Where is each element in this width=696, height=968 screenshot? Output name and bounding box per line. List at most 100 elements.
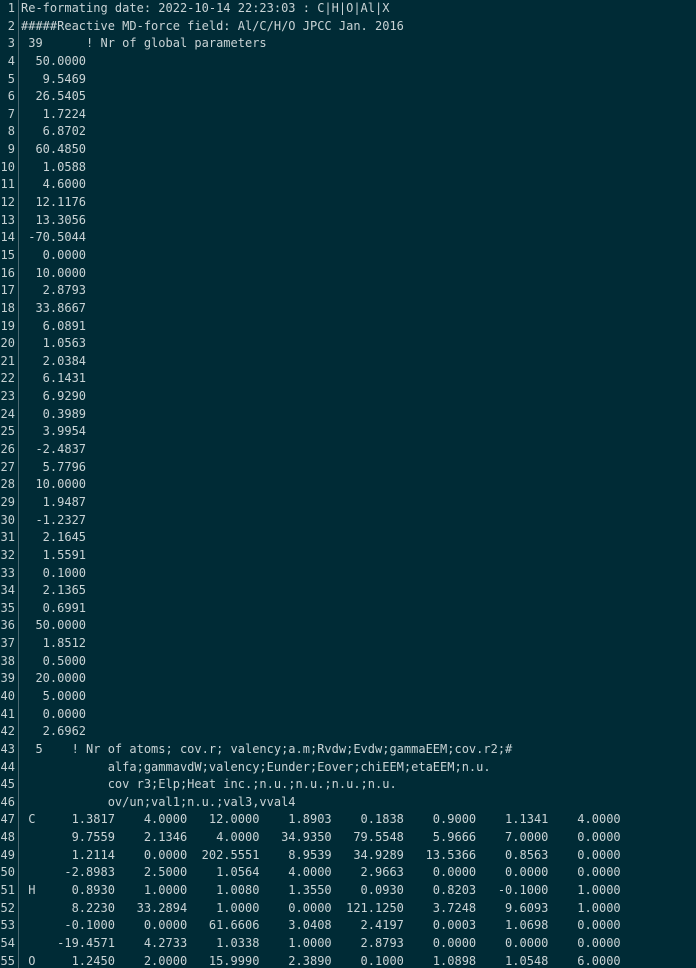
- code-line[interactable]: 12.1176: [21, 194, 696, 212]
- line-number: 44: [0, 759, 15, 774]
- code-line[interactable]: -70.5044: [21, 229, 696, 247]
- code-line[interactable]: 1.7224: [21, 106, 696, 124]
- line-number: 14: [0, 230, 15, 245]
- code-line[interactable]: 4.6000: [21, 176, 696, 194]
- code-line[interactable]: 2.1365: [21, 582, 696, 600]
- code-line[interactable]: 1.2114 0.0000 202.5551 8.9539 34.9289 13…: [21, 847, 696, 865]
- code-line[interactable]: 6.9290: [21, 388, 696, 406]
- code-line[interactable]: 10.0000: [21, 265, 696, 283]
- code-line[interactable]: 0.5000: [21, 653, 696, 671]
- code-line[interactable]: 0.0000: [21, 706, 696, 724]
- code-line[interactable]: 9.5469: [21, 71, 696, 89]
- code-line[interactable]: 10.0000: [21, 476, 696, 494]
- line-number: 10: [0, 159, 15, 174]
- code-line[interactable]: 2.1645: [21, 529, 696, 547]
- line-number: 21: [0, 353, 15, 368]
- code-line[interactable]: 3.9954: [21, 423, 696, 441]
- code-line[interactable]: 0.3989: [21, 406, 696, 424]
- line-number: 35: [0, 600, 15, 615]
- line-number: 16: [0, 265, 15, 280]
- line-number: 25: [0, 424, 15, 439]
- code-line[interactable]: 1.5591: [21, 547, 696, 565]
- code-line[interactable]: #####Reactive MD-force field: Al/C/H/O J…: [21, 18, 696, 36]
- code-line[interactable]: cov r3;Elp;Heat inc.;n.u.;n.u.;n.u.;n.u.: [21, 776, 696, 794]
- line-number: 5: [7, 71, 15, 86]
- code-line[interactable]: 2.0384: [21, 353, 696, 371]
- code-line[interactable]: 6.1431: [21, 370, 696, 388]
- code-line[interactable]: 50.0000: [21, 617, 696, 635]
- code-line[interactable]: 5.0000: [21, 688, 696, 706]
- code-line[interactable]: 26.5405: [21, 88, 696, 106]
- code-line[interactable]: -2.8983 2.5000 1.0564 4.0000 2.9663 0.00…: [21, 864, 696, 882]
- code-line[interactable]: -0.1000 0.0000 61.6606 3.0408 2.4197 0.0…: [21, 917, 696, 935]
- code-line[interactable]: 6.8702: [21, 123, 696, 141]
- code-line[interactable]: 13.3056: [21, 212, 696, 230]
- code-line[interactable]: 50.0000: [21, 53, 696, 71]
- line-number: 26: [0, 442, 15, 457]
- code-line[interactable]: Re-formating date: 2022-10-14 22:23:03 :…: [21, 0, 696, 18]
- code-line[interactable]: H 0.8930 1.0000 1.0080 1.3550 0.0930 0.8…: [21, 882, 696, 900]
- line-number: 8: [7, 124, 15, 139]
- line-number: 7: [7, 106, 15, 121]
- code-line[interactable]: 0.0000: [21, 247, 696, 265]
- code-line[interactable]: ov/un;val1;n.u.;val3,vval4: [21, 794, 696, 812]
- line-number: 51: [0, 883, 15, 898]
- line-number: 32: [0, 547, 15, 562]
- code-line[interactable]: 2.8793: [21, 282, 696, 300]
- code-line[interactable]: -2.4837: [21, 441, 696, 459]
- line-number: 28: [0, 477, 15, 492]
- code-line[interactable]: 33.8667: [21, 300, 696, 318]
- line-number: 33: [0, 565, 15, 580]
- code-line[interactable]: O 1.2450 2.0000 15.9990 2.3890 0.1000 1.…: [21, 953, 696, 968]
- code-line[interactable]: 0.1000: [21, 565, 696, 583]
- code-line[interactable]: 1.0563: [21, 335, 696, 353]
- text-editor[interactable]: 1 2 3 4 5 6 7 8 9 10 11 12 13 14 15 16 17 18 19 20 21 22 23 24 2…: [0, 0, 696, 968]
- line-number: 55: [0, 953, 15, 968]
- line-number: 4: [7, 53, 15, 68]
- line-number: 50: [0, 865, 15, 880]
- line-number: 39: [0, 671, 15, 686]
- line-number: 15: [0, 247, 15, 262]
- line-number: 46: [0, 794, 15, 809]
- code-line[interactable]: alfa;gammavdW;valency;Eunder;Eover;chiEE…: [21, 759, 696, 777]
- code-line[interactable]: 9.7559 2.1346 4.0000 34.9350 79.5548 5.9…: [21, 829, 696, 847]
- code-line[interactable]: 1.8512: [21, 635, 696, 653]
- line-number: 41: [0, 706, 15, 721]
- line-number: 48: [0, 830, 15, 845]
- code-line[interactable]: C 1.3817 4.0000 12.0000 1.8903 0.1838 0.…: [21, 811, 696, 829]
- line-number: 52: [0, 900, 15, 915]
- line-number: 47: [0, 812, 15, 827]
- code-line[interactable]: 60.4850: [21, 141, 696, 159]
- code-line[interactable]: 39 ! Nr of global parameters: [21, 35, 696, 53]
- code-line[interactable]: 6.0891: [21, 318, 696, 336]
- line-number: 40: [0, 688, 15, 703]
- code-line[interactable]: 0.6991: [21, 600, 696, 618]
- code-line[interactable]: -1.2327: [21, 512, 696, 530]
- line-number: 3: [7, 36, 15, 51]
- line-number: 24: [0, 406, 15, 421]
- code-line[interactable]: 1.9487: [21, 494, 696, 512]
- code-line[interactable]: 2.6962: [21, 723, 696, 741]
- code-line[interactable]: 5.7796: [21, 459, 696, 477]
- editor-content[interactable]: Re-formating date: 2022-10-14 22:23:03 :…: [21, 0, 696, 968]
- line-number: 20: [0, 336, 15, 351]
- line-number: 34: [0, 583, 15, 598]
- line-number: 9: [7, 142, 15, 157]
- code-line[interactable]: 8.2230 33.2894 1.0000 0.0000 121.1250 3.…: [21, 900, 696, 918]
- line-number: 13: [0, 212, 15, 227]
- line-number: 43: [0, 741, 15, 756]
- line-number: 6: [7, 89, 15, 104]
- line-number: 53: [0, 918, 15, 933]
- line-number: 27: [0, 459, 15, 474]
- line-number: 37: [0, 636, 15, 651]
- code-line[interactable]: 5 ! Nr of atoms; cov.r; valency;a.m;Rvdw…: [21, 741, 696, 759]
- line-number: 45: [0, 777, 15, 792]
- code-line[interactable]: 20.0000: [21, 670, 696, 688]
- line-number: 19: [0, 318, 15, 333]
- code-line[interactable]: 1.0588: [21, 159, 696, 177]
- line-number: 54: [0, 935, 15, 950]
- line-number: 29: [0, 494, 15, 509]
- code-line[interactable]: -19.4571 4.2733 1.0338 1.0000 2.8793 0.0…: [21, 935, 696, 953]
- line-number: 1: [7, 1, 15, 15]
- line-number: 22: [0, 371, 15, 386]
